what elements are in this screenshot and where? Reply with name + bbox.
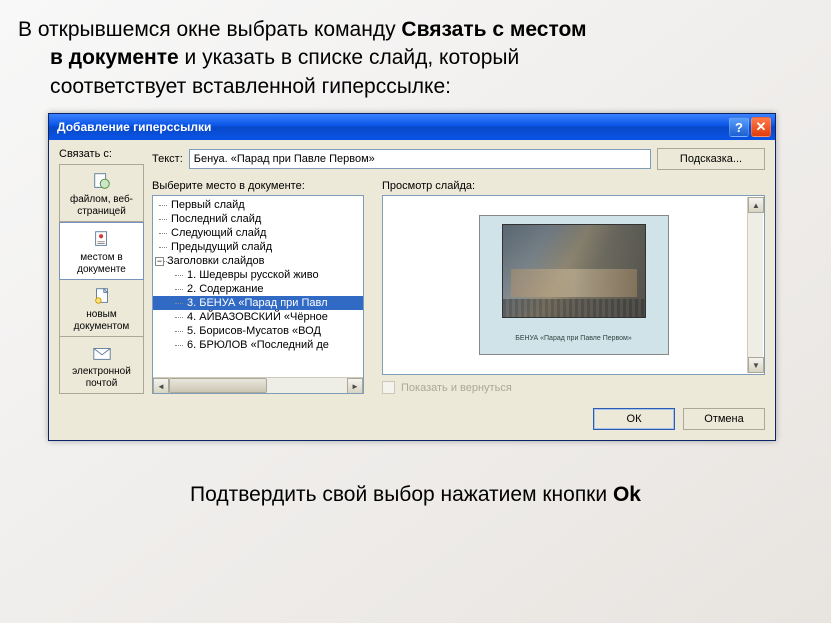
tree-slide-5[interactable]: 5. Борисов-Мусатов «ВОД — [153, 324, 363, 338]
link-email-button[interactable]: электронной почтой — [59, 337, 144, 394]
tree-last-slide[interactable]: Последний слайд — [153, 212, 363, 226]
cancel-button[interactable]: Отмена — [683, 408, 765, 430]
link-new-doc-button[interactable]: новым документом — [59, 280, 144, 337]
hyperlink-dialog: Добавление гиперссылки ? ✕ Связать с: фа… — [48, 113, 776, 441]
dialog-footer: ОК Отмена — [49, 404, 775, 440]
tree-headings-label: Заголовки слайдов — [167, 255, 265, 267]
instr-bottom-prefix: Подтвердить свой выбор нажатием кнопки — [190, 483, 613, 506]
tree-slide-3[interactable]: 3. БЕНУА «Парад при Павл — [153, 296, 363, 310]
instr-line1-bold: Связать с местом — [401, 18, 586, 41]
instr-line3: соответствует вставленной гиперссылке: — [50, 75, 451, 98]
display-text-input[interactable] — [189, 149, 651, 169]
file-web-icon — [62, 171, 141, 191]
tooltip-button[interactable]: Подсказка... — [657, 148, 765, 170]
tree-slide-4[interactable]: 4. АЙВАЗОВСКИЙ «Чёрное — [153, 310, 363, 324]
close-icon: ✕ — [756, 119, 767, 135]
slide-thumbnail: БЕНУА «Парад при Павле Первом» — [479, 215, 669, 355]
help-icon: ? — [735, 120, 743, 135]
scroll-track[interactable] — [169, 378, 347, 393]
instr-line2-bold: в документе — [50, 46, 179, 69]
tree-slide-1[interactable]: 1. Шедевры русской живо — [153, 268, 363, 282]
instruction-bottom: Подтвердить свой выбор нажатием кнопки O… — [0, 441, 831, 507]
link-new-doc-label: новым документом — [62, 309, 141, 332]
ok-button[interactable]: ОК — [593, 408, 675, 430]
place-tree[interactable]: Первый слайд Последний слайд Следующий с… — [152, 195, 364, 394]
close-button[interactable]: ✕ — [751, 117, 771, 137]
instr-bottom-bold: Ok — [613, 483, 641, 506]
minus-icon[interactable]: − — [155, 257, 164, 266]
slide-preview: БЕНУА «Парад при Павле Первом» ▲ ▼ — [382, 195, 765, 375]
tree-prev-slide[interactable]: Предыдущий слайд — [153, 240, 363, 254]
scroll-track-v[interactable] — [748, 213, 763, 357]
instr-line1-prefix: В открывшемся окне выбрать команду — [18, 18, 401, 41]
link-place-in-doc-label: местом в документе — [62, 252, 141, 275]
tree-headings[interactable]: − Заголовки слайдов — [153, 254, 363, 268]
email-icon — [62, 343, 141, 363]
select-place-label: Выберите место в документе: — [152, 180, 364, 192]
scroll-down-icon[interactable]: ▼ — [748, 357, 764, 373]
tree-slide-2[interactable]: 2. Содержание — [153, 282, 363, 296]
scroll-thumb[interactable] — [169, 378, 267, 393]
titlebar[interactable]: Добавление гиперссылки ? ✕ — [49, 114, 775, 140]
scroll-right-icon[interactable]: ► — [347, 378, 363, 394]
show-return-label: Показать и вернуться — [401, 382, 512, 394]
preview-scrollbar-vertical[interactable]: ▲ ▼ — [747, 197, 763, 373]
link-with-label: Связать с: — [59, 148, 144, 160]
instr-line2-suffix: и указать в списке слайд, который — [179, 46, 520, 69]
show-return-checkbox — [382, 381, 395, 394]
show-and-return-row: Показать и вернуться — [382, 381, 765, 394]
link-email-label: электронной почтой — [62, 366, 141, 389]
tree-first-slide[interactable]: Первый слайд — [153, 198, 363, 212]
link-with-column: Связать с: файлом, веб-страницей местом … — [59, 148, 144, 394]
dialog-title: Добавление гиперссылки — [57, 120, 727, 134]
tree-scrollbar-horizontal[interactable]: ◄ ► — [153, 377, 363, 393]
text-label: Текст: — [152, 153, 183, 165]
link-file-web-label: файлом, веб-страницей — [62, 194, 141, 217]
tree-slide-6[interactable]: 6. БРЮЛОВ «Последний де — [153, 338, 363, 352]
instruction-top: В открывшемся окне выбрать команду Связа… — [0, 0, 831, 113]
place-in-doc-icon — [62, 229, 141, 249]
scroll-up-icon[interactable]: ▲ — [748, 197, 764, 213]
help-button[interactable]: ? — [729, 117, 749, 137]
slide-image — [502, 224, 646, 318]
preview-label: Просмотр слайда: — [382, 180, 765, 192]
slide-caption: БЕНУА «Парад при Павле Первом» — [480, 335, 668, 342]
tree-next-slide[interactable]: Следующий слайд — [153, 226, 363, 240]
link-place-in-doc-button[interactable]: местом в документе — [59, 222, 144, 280]
link-file-web-button[interactable]: файлом, веб-страницей — [59, 164, 144, 222]
scroll-left-icon[interactable]: ◄ — [153, 378, 169, 394]
new-doc-icon — [62, 286, 141, 306]
